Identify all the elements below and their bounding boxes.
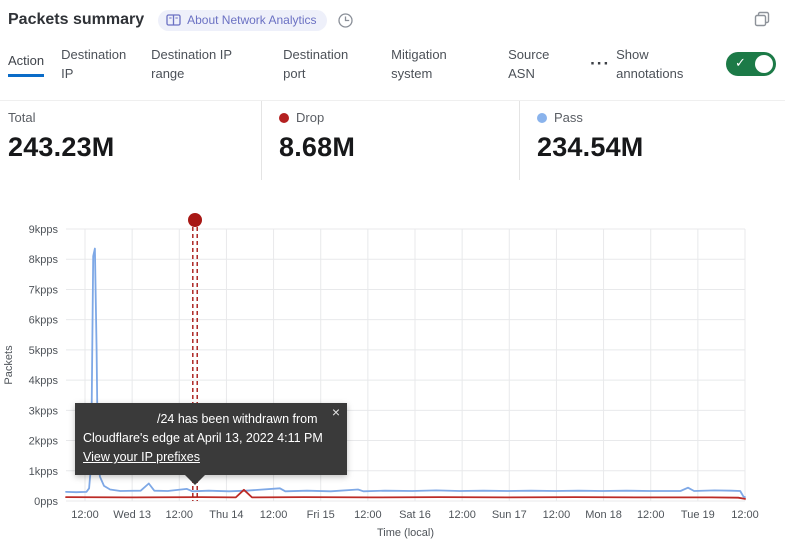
svg-text:12:00: 12:00 [543, 509, 571, 521]
svg-text:5kpps: 5kpps [29, 345, 59, 357]
svg-text:4kpps: 4kpps [29, 375, 59, 387]
tooltip-line-1: /24 has been withdrawn from [83, 410, 339, 429]
stat-pass-value: 234.54M [537, 132, 643, 163]
svg-text:12:00: 12:00 [71, 509, 99, 521]
tooltip-line-2: Cloudflare's edge at April 13, 2022 4:11… [83, 429, 339, 448]
tooltip-caret [184, 474, 206, 485]
drop-legend-dot [279, 113, 289, 123]
annotations-toggle[interactable]: ✓ [726, 52, 776, 76]
page-title: Packets summary [8, 11, 144, 29]
svg-text:12:00: 12:00 [731, 509, 759, 521]
svg-text:12:00: 12:00 [354, 509, 382, 521]
stat-pass[interactable]: Pass 234.54M [520, 101, 643, 180]
stat-pass-label: Pass [554, 110, 583, 125]
svg-text:Mon 18: Mon 18 [585, 509, 622, 521]
svg-text:Sat 16: Sat 16 [399, 509, 431, 521]
svg-text:Time (local): Time (local) [377, 527, 434, 539]
tab-destination-ip[interactable]: Destination IP [61, 45, 137, 84]
dimension-tabs: Action Destination IP Destination IP ran… [0, 40, 785, 88]
svg-text:12:00: 12:00 [448, 509, 476, 521]
time-series-plot[interactable]: 0pps 1kpps 2kpps 3kpps 4kpps 5kpps 6kpps 7kpps 8… [0, 205, 785, 555]
stat-drop[interactable]: Drop 8.68M [262, 101, 520, 180]
stat-drop-label: Drop [296, 110, 324, 125]
svg-text:12:00: 12:00 [637, 509, 665, 521]
svg-text:6kpps: 6kpps [29, 315, 59, 327]
close-icon[interactable]: × [332, 405, 340, 419]
svg-text:9kpps: 9kpps [29, 224, 59, 236]
show-annotations-label: Show annotations [616, 45, 702, 84]
more-tabs-button[interactable]: ··· [590, 59, 610, 69]
svg-text:Wed 13: Wed 13 [113, 509, 151, 521]
svg-text:12:00: 12:00 [260, 509, 288, 521]
packets-chart[interactable]: 0pps 1kpps 2kpps 3kpps 4kpps 5kpps 6kpps 7kpps 8… [0, 205, 785, 555]
svg-text:Tue 19: Tue 19 [681, 509, 715, 521]
duplicate-window-icon[interactable] [753, 10, 771, 33]
view-ip-prefixes-link[interactable]: View your IP prefixes [83, 450, 200, 464]
about-network-analytics-badge[interactable]: About Network Analytics [158, 10, 326, 31]
annotation-tooltip: × /24 has been withdrawn from Cloudflare… [75, 403, 347, 475]
tab-destination-ip-range[interactable]: Destination IP range [151, 45, 237, 84]
svg-text:Sun 17: Sun 17 [492, 509, 527, 521]
check-icon: ✓ [735, 56, 746, 69]
svg-text:2kpps: 2kpps [29, 436, 59, 448]
svg-text:12:00: 12:00 [166, 509, 194, 521]
svg-text:8kpps: 8kpps [29, 254, 59, 266]
svg-text:1kpps: 1kpps [29, 466, 59, 478]
toggle-knob [755, 55, 773, 73]
book-icon [166, 14, 181, 26]
tab-source-asn[interactable]: Source ASN [508, 45, 556, 84]
tab-action[interactable]: Action [8, 51, 44, 77]
stat-drop-value: 8.68M [279, 132, 519, 163]
tab-mitigation-system[interactable]: Mitigation system [391, 45, 463, 84]
stat-total-label: Total [8, 110, 35, 125]
pass-legend-dot [537, 113, 547, 123]
tab-destination-port[interactable]: Destination port [283, 45, 355, 84]
svg-text:Fri 15: Fri 15 [307, 509, 335, 521]
stat-total-value: 243.23M [8, 132, 261, 163]
svg-text:Thu 14: Thu 14 [209, 509, 243, 521]
stat-total: Total 243.23M [8, 101, 262, 180]
stats-row: Total 243.23M Drop 8.68M Pass 234.54M [0, 100, 785, 180]
svg-text:7kpps: 7kpps [29, 284, 59, 296]
svg-text:Packets: Packets [3, 345, 15, 385]
panel-header: Packets summary About Network Analytics [0, 0, 785, 30]
svg-text:3kpps: 3kpps [29, 405, 59, 417]
svg-text:0pps: 0pps [34, 496, 58, 508]
badge-label: About Network Analytics [187, 13, 316, 27]
history-clock-icon[interactable] [337, 12, 354, 29]
